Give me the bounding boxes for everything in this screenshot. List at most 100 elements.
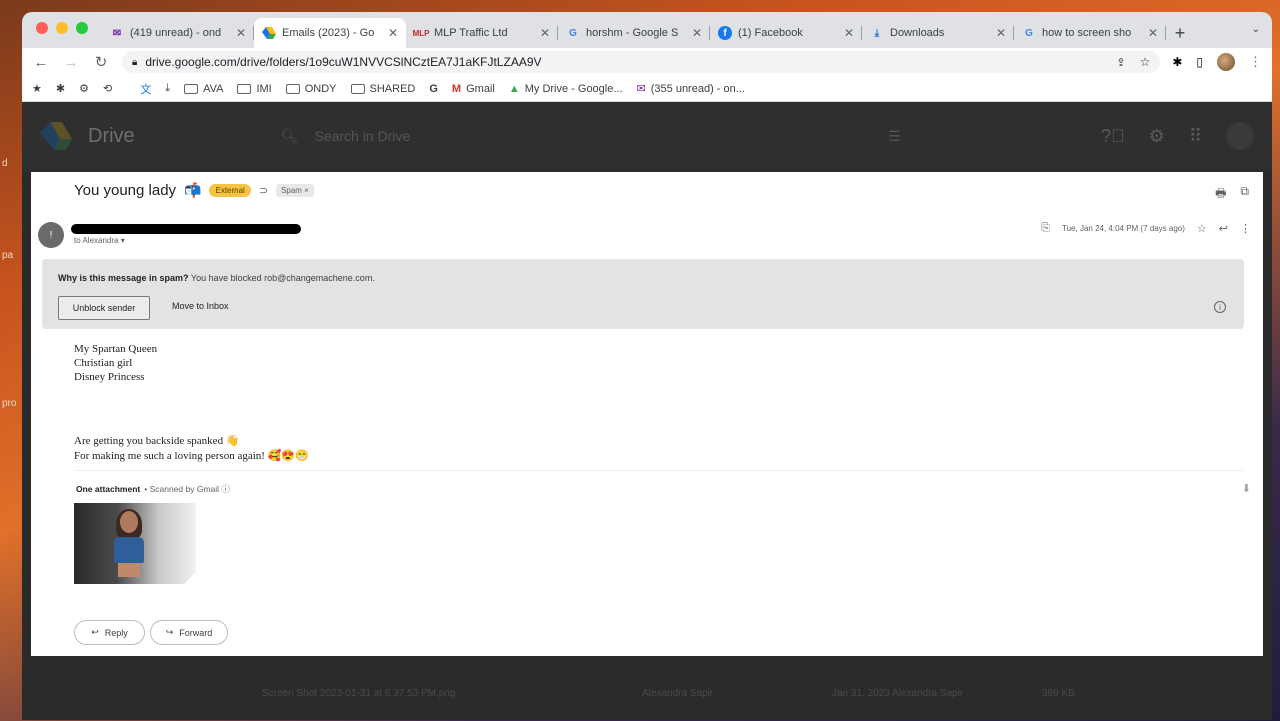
bookmark-label: IMI — [256, 82, 272, 95]
bookmark-label: Gmail — [466, 82, 495, 95]
sender-avatar: ! — [38, 222, 64, 248]
browser-window: ✉ (419 unread) - ond ✕ Emails (2023) - G… — [22, 12, 1272, 720]
body-line: For making me such a loving person again… — [74, 450, 309, 462]
drive-logo-icon — [40, 122, 72, 150]
more-menu-icon[interactable]: ⋮ — [1249, 54, 1262, 70]
gear-icon[interactable]: ⚙ — [79, 82, 89, 95]
bookmark-folder-imi[interactable]: IMI — [237, 82, 272, 95]
bookmark-my-drive[interactable]: ▲ My Drive - Google... — [509, 83, 623, 95]
folder-icon — [285, 83, 300, 94]
reload-icon[interactable]: ↻ — [92, 53, 110, 71]
help-icon[interactable]: ?⃝ — [1101, 126, 1125, 147]
spam-reason: You have blocked rob@changemachene.com. — [190, 273, 375, 283]
tab-title: (419 unread) - ond — [130, 27, 222, 39]
back-arrow-icon[interactable]: ← — [32, 54, 50, 71]
bookmark-label: SHARED — [369, 82, 416, 95]
download-icon[interactable]: ⤓ — [165, 82, 170, 95]
add-to-drive-icon[interactable]: ⬇ — [1242, 482, 1251, 495]
more-options-icon[interactable]: ⋮ — [1240, 222, 1251, 235]
mailbox-emoji-icon: 📬 — [184, 182, 202, 198]
browser-tab[interactable]: f (1) Facebook ✕ — [710, 18, 862, 48]
unblock-sender-button[interactable]: Unblock sender — [58, 296, 150, 320]
drive-title: Drive — [88, 124, 135, 147]
email-preview: You young lady 📬 External ⊃ Spam × 🖶︎ ⧉ … — [31, 172, 1263, 656]
tab-search-chevron-icon[interactable]: ⌄ — [1252, 24, 1260, 35]
file-size: 389 KB — [1042, 688, 1075, 699]
close-window-button[interactable] — [36, 22, 48, 34]
bookmark-folder-ondy[interactable]: ONDY — [285, 82, 337, 95]
lock-icon: 🔒︎ — [132, 56, 138, 68]
new-tab-button[interactable]: + — [1166, 18, 1194, 48]
gmail-icon: M — [451, 82, 462, 95]
drive-file-list: Screen Shot 2023-01-31 at 6.37.53 PM.png… — [22, 656, 1272, 720]
side-panel-icon[interactable]: ▯ — [1196, 55, 1203, 69]
spam-label-chip[interactable]: Spam × — [276, 184, 314, 197]
address-bar[interactable]: 🔒︎ drive.google.com/drive/folders/1o9cuW… — [122, 51, 1161, 73]
bookmark-label: AVA — [203, 82, 224, 95]
drive-account-avatar[interactable] — [1226, 122, 1254, 150]
forward-arrow-icon[interactable]: → — [62, 54, 80, 71]
profile-avatar[interactable] — [1217, 53, 1235, 71]
history-icon[interactable]: ⟲ — [103, 82, 112, 95]
attachment-header: One attachment • Scanned by Gmail ⓘ — [76, 483, 230, 495]
recipient-line[interactable]: to Alexandra ▾ — [74, 236, 125, 245]
label-icon[interactable]: ⊃ — [259, 184, 268, 197]
body-line: Disney Princess — [74, 371, 145, 383]
bookmark-folder-shared[interactable]: SHARED — [350, 82, 416, 95]
spam-notice: Why is this message in spam? You have bl… — [42, 259, 1244, 329]
browser-tab[interactable]: ⤓ Downloads ✕ — [862, 18, 1014, 48]
browser-tab-active[interactable]: Emails (2023) - Go ✕ — [254, 18, 406, 48]
translate-icon[interactable]: 文 — [140, 81, 151, 97]
move-to-inbox-button[interactable]: Move to Inbox — [172, 301, 229, 311]
drive-icon: ▲ — [508, 82, 520, 95]
reply-arrow-icon: ↩ — [91, 627, 99, 637]
bookmark-label: ONDY — [304, 82, 337, 95]
close-tab-icon[interactable]: ✕ — [692, 26, 702, 40]
bookmark-google[interactable]: G — [429, 83, 438, 95]
file-name: Screen Shot 2023-01-31 at 6.37.53 PM.png — [262, 688, 456, 699]
browser-tab[interactable]: G horshm - Google S ✕ — [558, 18, 710, 48]
attachment-thumbnail[interactable] — [74, 503, 196, 584]
bookmark-gmail[interactable]: M Gmail — [452, 83, 495, 95]
reply-button[interactable]: ↩ Reply — [74, 620, 145, 645]
open-new-window-icon[interactable]: ⧉ — [1240, 184, 1249, 205]
bookmark-star-icon[interactable]: ☆ — [1140, 55, 1151, 69]
bookmark-unread-mail[interactable]: ✉ (355 unread) - on... — [637, 82, 745, 96]
drive-search-bar[interactable]: 🔍︎ Search in Drive ☰ — [281, 128, 901, 145]
close-tab-icon[interactable]: ✕ — [236, 26, 246, 40]
forward-button[interactable]: ↪ Forward — [150, 620, 228, 645]
star-icon[interactable]: ★ — [32, 82, 42, 95]
minimize-window-button[interactable] — [56, 22, 68, 34]
file-modified: Jan 31, 2023 Alexandra Sapir — [832, 688, 964, 699]
reply-icon[interactable]: ↩ — [1219, 222, 1228, 235]
browser-tab[interactable]: ✉ (419 unread) - ond ✕ — [102, 18, 254, 48]
apps-grid-icon[interactable]: ⠿ — [1189, 126, 1202, 147]
settings-gear-icon[interactable]: ⚙ — [1149, 126, 1165, 147]
browser-tab[interactable]: G how to screen sho ✕ — [1014, 18, 1166, 48]
file-row[interactable]: Screen Shot 2023-01-31 at 6.37.53 PM.png… — [262, 688, 1252, 699]
tab-strip: ✉ (419 unread) - ond ✕ Emails (2023) - G… — [22, 12, 1272, 48]
close-tab-icon[interactable]: ✕ — [996, 26, 1006, 40]
close-tab-icon[interactable]: ✕ — [388, 26, 398, 40]
share-icon[interactable]: ⇪ — [1116, 56, 1125, 69]
star-icon[interactable]: ☆ — [1197, 222, 1207, 235]
filter-icon[interactable]: ☰ — [888, 128, 901, 145]
forward-arrow-icon: ↪ — [165, 627, 174, 637]
maximize-window-button[interactable] — [76, 22, 88, 34]
info-icon[interactable]: i — [1214, 301, 1226, 313]
reply-label: Reply — [104, 627, 128, 638]
file-owner: Alexandra Sapir — [642, 688, 714, 699]
desktop-label: pa — [2, 250, 14, 261]
spam-question: Why is this message in spam? — [58, 273, 189, 283]
close-tab-icon[interactable]: ✕ — [1148, 26, 1158, 40]
close-tab-icon[interactable]: ✕ — [844, 26, 854, 40]
print-icon[interactable]: 🖶︎ — [1215, 184, 1226, 205]
extensions-puzzle-icon[interactable]: ✱ — [1172, 55, 1182, 69]
search-icon: 🔍︎ — [280, 127, 299, 144]
browser-tab[interactable]: MLP MLP Traffic Ltd ✕ — [406, 18, 558, 48]
bookmark-folder-ava[interactable]: AVA — [184, 83, 223, 95]
spam-notice-text: Why is this message in spam? You have bl… — [58, 273, 375, 283]
google-icon: G — [569, 27, 577, 39]
close-tab-icon[interactable]: ✕ — [540, 26, 550, 40]
puzzle-icon[interactable]: ✱ — [56, 82, 65, 95]
